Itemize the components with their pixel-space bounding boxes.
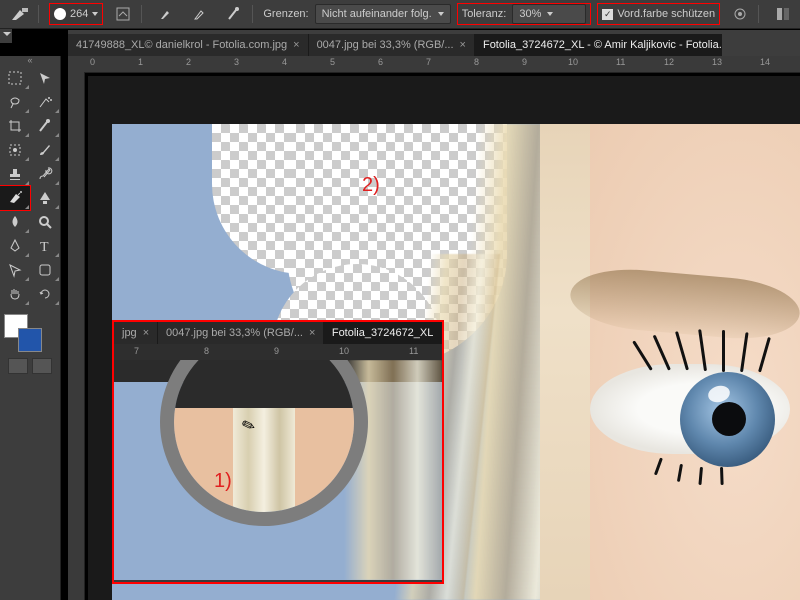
sample-fg-icon[interactable] xyxy=(152,3,180,25)
close-icon[interactable]: × xyxy=(293,39,299,51)
tool-pen[interactable] xyxy=(0,234,30,258)
panel-expand-icon[interactable] xyxy=(0,29,12,43)
tool-eyedropper[interactable] xyxy=(30,114,60,138)
tool-zoom[interactable] xyxy=(30,210,60,234)
panel-toggle-icon[interactable] xyxy=(769,3,797,25)
protect-fg-group[interactable]: ✓ Vord.farbe schützen xyxy=(597,3,720,25)
annotation-1: 1) xyxy=(214,470,232,493)
quickmask-icon[interactable] xyxy=(8,358,28,374)
inset-tab[interactable]: 0047.jpg bei 33,3% (RGB/...× xyxy=(158,322,324,344)
document-tab[interactable]: 41749888_XL© danielkrol - Fotolia.com.jp… xyxy=(68,34,309,56)
color-sampler-loupe xyxy=(160,360,368,526)
tool-type[interactable]: T xyxy=(30,234,60,258)
tool-path-select[interactable] xyxy=(0,258,30,282)
inset-ruler: 7 8 9 10 11 xyxy=(114,344,442,360)
tool-healing[interactable] xyxy=(0,138,30,162)
svg-text:T: T xyxy=(40,240,49,254)
brush-size-picker[interactable]: 264 xyxy=(49,3,103,25)
sample-bg-icon[interactable] xyxy=(186,3,214,25)
document-tab[interactable]: 0047.jpg bei 33,3% (RGB/...× xyxy=(309,34,475,56)
tool-crop[interactable] xyxy=(0,114,30,138)
limits-label: Grenzen: xyxy=(263,8,308,20)
options-bar: 264 Grenzen: Nicht aufeinander folg. Tol… xyxy=(0,0,800,29)
brush-preview-icon xyxy=(54,8,66,20)
inset-tab[interactable]: jpg× xyxy=(114,322,158,344)
close-icon[interactable]: × xyxy=(460,39,466,51)
tool-history-brush[interactable] xyxy=(30,162,60,186)
protect-fg-label: Vord.farbe schützen xyxy=(617,8,715,20)
color-swatches[interactable] xyxy=(0,312,60,352)
tool-gradient[interactable] xyxy=(30,186,60,210)
tolerance-group: Toleranz: 30% xyxy=(457,3,592,25)
collapse-icon[interactable]: « xyxy=(0,56,60,66)
toolbox: « T xyxy=(0,56,61,600)
current-tool-icon[interactable] xyxy=(6,3,34,25)
tool-rect-marquee[interactable] xyxy=(0,66,30,90)
tool-stamp[interactable] xyxy=(0,162,30,186)
tool-shape[interactable] xyxy=(30,258,60,282)
ruler-horizontal: 0 1 2 3 4 5 6 7 8 9 10 11 12 13 14 xyxy=(68,56,800,73)
tool-rotate[interactable] xyxy=(30,282,60,306)
tool-hand[interactable] xyxy=(0,282,30,306)
tool-bg-eraser[interactable] xyxy=(0,186,30,210)
tool-move[interactable] xyxy=(30,66,60,90)
checkbox-icon: ✓ xyxy=(602,9,613,20)
annotation-2: 2) xyxy=(362,174,380,197)
brush-size-value: 264 xyxy=(70,8,88,20)
screenmode-icon[interactable] xyxy=(32,358,52,374)
inset-tab-active[interactable]: Fotolia_3724672_XL xyxy=(324,322,442,344)
pressure-icon[interactable] xyxy=(726,3,754,25)
document-tab-active[interactable]: Fotolia_3724672_XL - © Amir Kaljikovic -… xyxy=(475,34,722,56)
brush-panel-icon[interactable] xyxy=(109,3,137,25)
tool-brush[interactable] xyxy=(30,138,60,162)
document-tab-bar: 41749888_XL© danielkrol - Fotolia.com.jp… xyxy=(68,30,800,56)
inset-panel: jpg× 0047.jpg bei 33,3% (RGB/...× Fotoli… xyxy=(112,320,444,584)
sample-eyedropper-icon[interactable] xyxy=(220,3,248,25)
tolerance-label: Toleranz: xyxy=(462,8,507,20)
eye xyxy=(590,344,800,474)
background-swatch[interactable] xyxy=(18,328,42,352)
tolerance-select[interactable]: 30% xyxy=(512,4,586,24)
tool-quick-select[interactable] xyxy=(30,90,60,114)
ruler-vertical xyxy=(68,72,85,600)
tool-lasso[interactable] xyxy=(0,90,30,114)
inset-canvas[interactable]: ✎ 1) xyxy=(114,360,442,580)
tool-blur[interactable] xyxy=(0,210,30,234)
limits-select[interactable]: Nicht aufeinander folg. xyxy=(315,4,451,24)
